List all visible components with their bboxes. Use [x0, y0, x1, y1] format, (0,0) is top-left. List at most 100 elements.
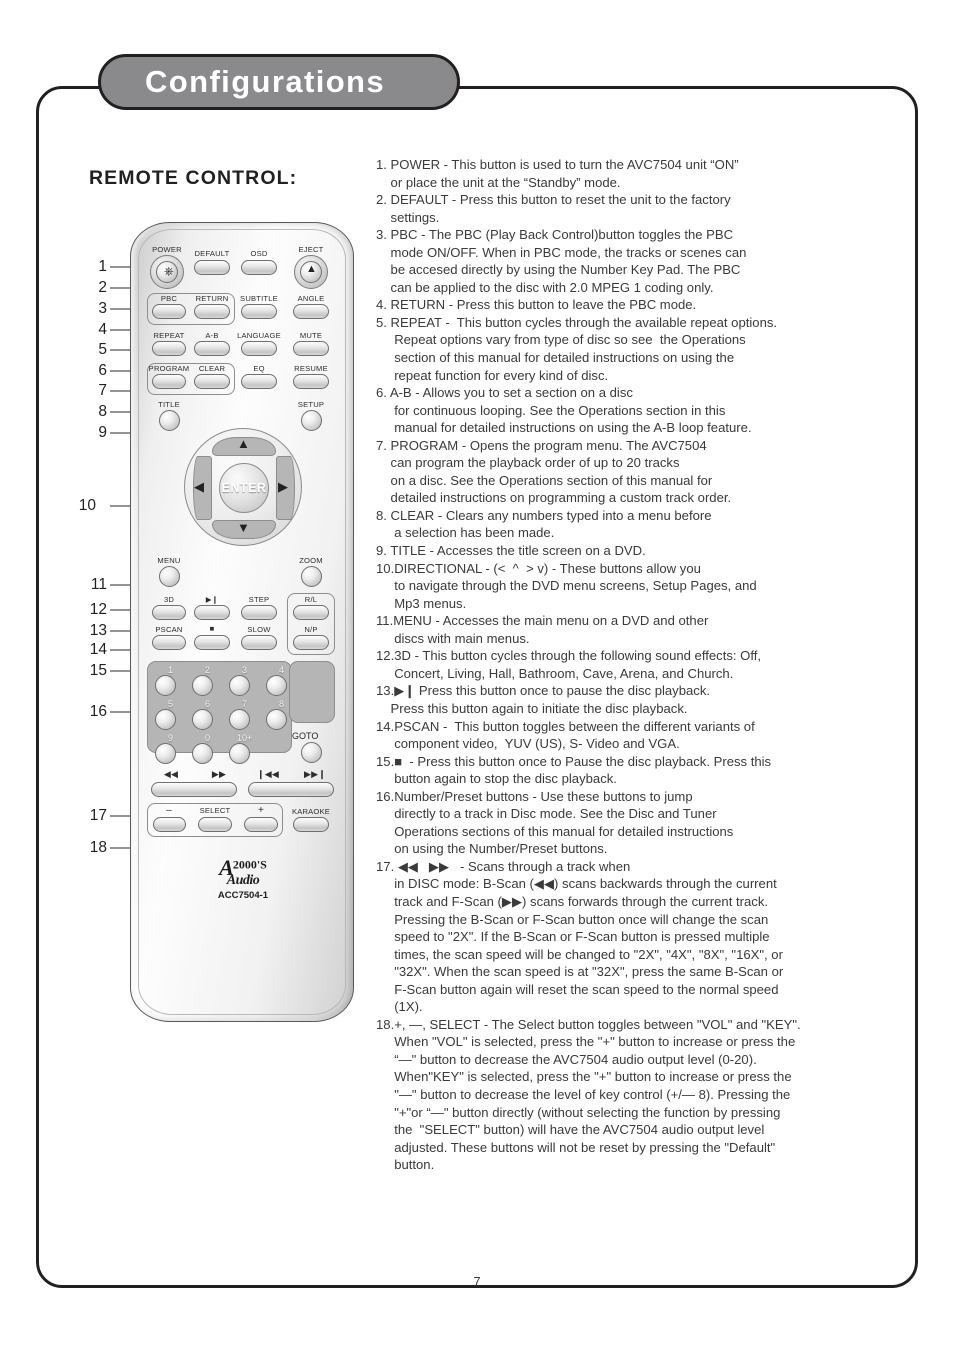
plus-button[interactable] [244, 817, 278, 832]
enter-button[interactable]: ENTER [219, 463, 269, 513]
label-mute: MUTE [299, 331, 323, 340]
power-icon: ⎈ [164, 264, 174, 278]
dpad-up-icon: ▲ [237, 436, 250, 451]
osd-button[interactable] [241, 260, 277, 275]
instruction-line: When"KEY" is selected, press the "+" but… [376, 1069, 792, 1085]
key-0[interactable] [192, 743, 213, 764]
label-default: DEFAULT [194, 249, 230, 258]
instruction-line: settings. [376, 209, 440, 225]
subtitle-button[interactable] [241, 304, 277, 319]
resume-button[interactable] [293, 374, 329, 389]
default-button[interactable] [194, 260, 230, 275]
key-3[interactable] [229, 675, 250, 696]
keylabel-2: 2 [205, 665, 211, 675]
menu-button[interactable] [159, 566, 180, 587]
dpad-left-icon: ◀ [194, 479, 204, 494]
label-language: LANGUAGE [237, 331, 281, 340]
callout-number-13: 13 [89, 622, 107, 639]
callout-number-18: 18 [89, 839, 107, 856]
instruction-line: be accesed directly by using the Number … [376, 262, 741, 278]
label-ab: A-B [205, 331, 219, 340]
callout-number-4: 4 [98, 321, 107, 338]
np-button[interactable] [293, 635, 329, 650]
instruction-line: can be applied to the disc with 2.0 MPEG… [376, 279, 714, 295]
instruction-line: "+"or “—" button directly (without selec… [376, 1104, 781, 1120]
slow-button[interactable] [241, 635, 277, 650]
eq-button[interactable] [241, 374, 277, 389]
keylabel-5: 5 [168, 699, 174, 709]
repeat-button[interactable] [152, 341, 186, 356]
instruction-line: 7. PROGRAM - Opens the program menu. The… [376, 437, 707, 453]
scan-rocker-button[interactable] [151, 782, 237, 797]
callout-number-3: 3 [98, 300, 107, 317]
clear-button[interactable] [194, 374, 230, 389]
pscan-button[interactable] [152, 635, 186, 650]
karaoke-button[interactable] [293, 817, 329, 832]
play-pause-button[interactable] [194, 605, 230, 620]
callout-number-1: 1 [98, 258, 107, 275]
label-osd: OSD [250, 249, 268, 258]
label-minus: – [166, 805, 172, 816]
instruction-line: 8. CLEAR - Clears any numbers typed into… [376, 507, 712, 523]
rl-button[interactable] [293, 605, 329, 620]
title-button[interactable] [159, 410, 180, 431]
zoom-button[interactable] [301, 566, 322, 587]
label-pbc: PBC [160, 294, 178, 303]
key-7[interactable] [229, 709, 250, 730]
label-title: TITLE [158, 400, 180, 409]
instruction-line: the "SELECT" button) will have the AVC75… [376, 1122, 765, 1138]
instruction-line: to navigate through the DVD menu screens… [376, 578, 757, 594]
key-2[interactable] [192, 675, 213, 696]
remote-control-diagram: 1 2 3 4 5 6 7 8 9 10 11 12 13 14 15 16 1… [79, 222, 358, 1022]
keylabel-1: 1 [168, 665, 174, 675]
ab-button[interactable] [194, 341, 230, 356]
instruction-line: 10.DIRECTIONAL - (< ^ > v) - These butto… [376, 560, 701, 576]
label-setup: SETUP [297, 400, 325, 409]
instruction-line: 9. TITLE - Accesses the title screen on … [376, 543, 646, 559]
stop-button[interactable] [194, 635, 230, 650]
pbc-button[interactable] [152, 304, 186, 319]
key-1[interactable] [155, 675, 176, 696]
label-pscan: PSCAN [155, 625, 183, 634]
instruction-line: mode ON/OFF. When in PBC mode, the track… [376, 244, 747, 260]
key-10plus[interactable] [229, 743, 250, 764]
instruction-line: detailed instructions on programming a c… [376, 490, 732, 506]
instruction-line: 2. DEFAULT - Press this button to reset … [376, 192, 731, 208]
instruction-line: 1. POWER - This button is used to turn t… [376, 157, 739, 172]
key-9[interactable] [155, 743, 176, 764]
mute-button[interactable] [293, 341, 329, 356]
page-number: 7 [473, 1274, 481, 1289]
language-button[interactable] [241, 341, 277, 356]
instruction-line: "32X". When the scan speed is at "32X", … [376, 964, 784, 980]
goto-button[interactable] [301, 742, 322, 763]
instruction-line: 12.3D - This button cycles through the f… [376, 648, 762, 664]
instruction-line: button again to stop the disc playback. [376, 771, 617, 787]
key-5[interactable] [155, 709, 176, 730]
setup-button[interactable] [301, 410, 322, 431]
label-goto: GOTO [292, 731, 319, 741]
keylabel-4: 4 [279, 665, 285, 675]
minus-button[interactable] [153, 817, 186, 832]
step-button[interactable] [241, 605, 277, 620]
return-button[interactable] [194, 304, 230, 319]
callout-number-11: 11 [90, 576, 107, 593]
callout-number-15: 15 [89, 662, 107, 679]
instruction-line: for continuous looping. See the Operatio… [376, 402, 726, 418]
key-6[interactable] [192, 709, 213, 730]
key-4[interactable] [266, 675, 287, 696]
program-button[interactable] [152, 374, 186, 389]
instruction-line: When "VOL" is selected, press the "+" bu… [376, 1034, 796, 1050]
instruction-line: button. [376, 1157, 435, 1173]
instruction-line: Pressing the B-Scan or F-Scan button onc… [376, 911, 769, 927]
angle-button[interactable] [293, 304, 329, 319]
instruction-line: speed to "2X". If the B-Scan or F-Scan b… [376, 929, 770, 945]
number-keypad-right-column [289, 661, 335, 723]
instruction-line: 13.▶❙ Press this button once to pause th… [376, 683, 711, 699]
label-karaoke: KARAOKE [291, 807, 331, 816]
label-zoom: ZOOM [299, 556, 323, 565]
instruction-line: 5. REPEAT - This button cycles through t… [376, 314, 778, 330]
key-8[interactable] [266, 709, 287, 730]
skip-rocker-button[interactable] [248, 782, 334, 797]
select-button[interactable] [198, 817, 232, 832]
three-d-button[interactable] [152, 605, 186, 620]
